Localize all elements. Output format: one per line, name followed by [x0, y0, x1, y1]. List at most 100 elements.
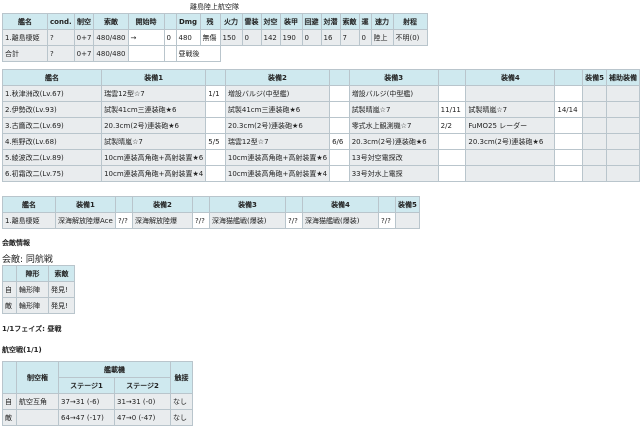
plane-count: [554, 149, 584, 166]
col-header: 索敵: [48, 265, 75, 282]
col-header: 艦名: [2, 196, 56, 213]
col-header: 制空: [73, 13, 95, 30]
plane-count: [437, 165, 467, 182]
equip-slot: 試製晴嵐☆7: [348, 101, 439, 118]
col-header: 触接: [170, 361, 193, 394]
cell: 0: [241, 29, 262, 46]
cell: 0: [163, 29, 177, 46]
plane-count: [554, 133, 584, 150]
equip-slot: 10cm連装高角砲+高射装置★4: [101, 165, 207, 182]
equip-slot: FuMO25 レーダー: [465, 117, 556, 134]
equip-slot: 瑞雲12型☆7: [101, 85, 207, 102]
total-label: 合計: [2, 45, 48, 62]
col-header: [329, 69, 350, 86]
fleet-title: 離島陸上航空隊: [190, 3, 239, 11]
equip-slot: 20.3cm(2号)連装砲★6: [465, 133, 556, 150]
cell: 0+7: [73, 45, 95, 62]
plane-count: [554, 117, 584, 134]
equip-slot: 瑞雲12型☆7: [224, 133, 331, 150]
plane-count: ?/?: [378, 212, 396, 229]
detection-cell: 発見!: [48, 297, 75, 314]
equipment-row: 1.秋津洲改(Lv.67) 瑞雲12型☆7 1/1 増設バルジ(中型艦) 増設バ…: [1, 85, 640, 102]
equip-slot: 試製晴嵐☆7: [465, 101, 556, 118]
cell: 190: [279, 29, 303, 46]
arrow-icon: →: [127, 29, 165, 46]
air-battle-table: 制空権 艦載機 触接 ステージ1 ステージ2 自 航空互角 37→31 (-6)…: [2, 361, 193, 426]
stage2-cell: 31→31 (-0): [114, 393, 171, 410]
col-header: 開始時: [127, 13, 165, 30]
equip-slot: 20.3cm(2号)連装砲★6: [224, 117, 331, 134]
ship-name: 5.綾波改二(Lv.89): [1, 149, 103, 166]
side-label: 敵: [2, 409, 17, 426]
col-header: [2, 265, 17, 282]
cell: [127, 45, 165, 62]
col-header: [2, 361, 17, 394]
summary-header-row: 艦名 cond. 制空 索敵 開始時 Dmg 残 火力 雷装 対空 装甲 回避 …: [2, 13, 428, 30]
equip-slot: [605, 117, 640, 134]
cell: 不明(0): [392, 29, 428, 46]
plane-count: [205, 117, 226, 134]
air-superiority: [16, 409, 59, 426]
col-header: 艦載機: [58, 361, 171, 378]
col-header: 装備3: [209, 196, 286, 213]
plane-count: 1/1: [205, 85, 226, 102]
equip-slot: 10cm連装高角砲+高射装置★6: [101, 149, 207, 166]
plane-count: [437, 133, 467, 150]
col-header: 装備2: [132, 196, 193, 213]
col-header: 装備1: [101, 69, 207, 86]
ship-name: 4.熊野改(Lv.68): [1, 133, 103, 150]
equip-slot: 10cm連装高角砲+高射装置★4: [224, 165, 331, 182]
cell: 142: [260, 29, 281, 46]
col-header: 火力: [219, 13, 243, 30]
col-header: 装備2: [224, 69, 331, 86]
equip-slot: [465, 85, 556, 102]
equip-slot: 10cm連装高角砲+高射装置★6: [224, 149, 331, 166]
ship-name: 2.伊勢改(Lv.93): [1, 101, 103, 118]
cell: ?: [47, 45, 75, 62]
ship-name: 1.離島棲姫: [2, 29, 48, 46]
col-header: 装備4: [465, 69, 556, 86]
summary-row: 1.離島棲姫 ? 0+7 480/480 → 0 480 無傷 150 0 14…: [2, 29, 428, 46]
plane-count: ?/?: [285, 212, 303, 229]
cell: 16: [320, 29, 341, 46]
enemy-equipment-header-row: 艦名 装備1 装備2 装備3 装備4 装備5: [2, 196, 420, 213]
plane-count: 2/2: [437, 117, 467, 134]
col-header: 艦名: [2, 13, 48, 30]
cell: [163, 45, 177, 62]
col-header: ステージ2: [114, 377, 171, 394]
equip-slot: [605, 85, 640, 102]
plane-count: [554, 165, 584, 182]
col-header: [192, 196, 210, 213]
equip-slot: 33号対水上電探: [348, 165, 439, 182]
equip-slot: 深海解放陸爆Ace: [55, 212, 116, 229]
equip-slot: [582, 117, 607, 134]
cell: 0: [358, 29, 372, 46]
col-header: 雷装: [241, 13, 262, 30]
plane-count: [329, 101, 350, 118]
equip-slot: 試製41cm三連装砲★6: [224, 101, 331, 118]
equip-slot: 増設バルジ(中型艦): [348, 85, 439, 102]
equip-slot: 20.3cm(2号)連装砲★6: [348, 133, 439, 150]
col-header: 射程: [392, 13, 428, 30]
plane-count: [437, 149, 467, 166]
equip-slot: [582, 85, 607, 102]
col-header: 陣形: [16, 265, 49, 282]
plane-count: [205, 149, 226, 166]
col-header: 運: [358, 13, 372, 30]
plane-count: ?/?: [192, 212, 210, 229]
battle-info-heading: 会敵情報: [2, 239, 30, 247]
phase-heading: 1/1フェイズ: 昼戦: [2, 325, 62, 333]
col-header: cond.: [47, 13, 75, 30]
col-header: 装甲: [279, 13, 303, 30]
ship-name: 3.古鷹改二(Lv.69): [1, 117, 103, 134]
col-header: 対潜: [320, 13, 341, 30]
side-label: 敵: [2, 297, 17, 314]
formation-header-row: 陣形 索敵: [2, 265, 75, 282]
col-header: 艦名: [1, 69, 103, 86]
detection-cell: 発見!: [48, 281, 75, 298]
equip-slot: 深海猫艦戦(爆装): [302, 212, 379, 229]
cell: ?: [47, 29, 75, 46]
contact-cell: なし: [170, 393, 193, 410]
equip-slot: [605, 101, 640, 118]
col-header: [554, 69, 584, 86]
